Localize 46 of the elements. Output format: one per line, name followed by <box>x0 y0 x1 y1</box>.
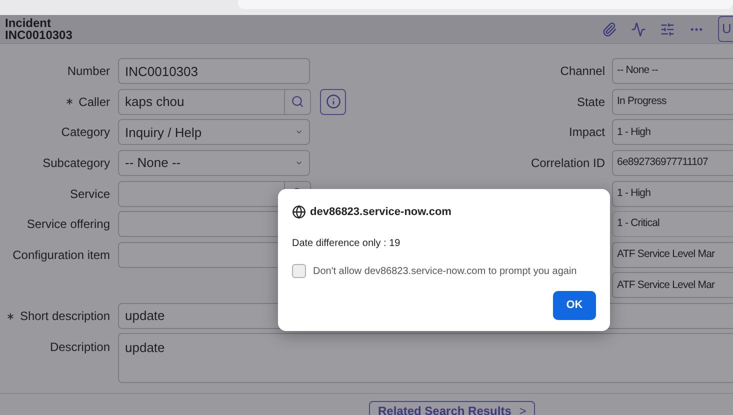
dialog-message: Date difference only : 19 <box>292 236 402 250</box>
related-search-results-button[interactable]: Related Search Results > <box>369 401 536 415</box>
field-label: Subcategory <box>42 155 110 172</box>
chevron-text: > <box>519 403 526 415</box>
input-field[interactable]: kaps chou <box>118 88 285 115</box>
input-field[interactable]: -- None -- <box>612 58 733 84</box>
checkbox-label: Don't allow dev86823.service-now.com to prompt you again <box>313 264 577 278</box>
field-label: Short description <box>20 308 110 326</box>
info-icon <box>326 94 340 110</box>
input-field[interactable]: In Progress <box>612 88 733 115</box>
info-button[interactable] <box>320 88 346 115</box>
search-button[interactable] <box>285 88 311 115</box>
paperclip-icon[interactable] <box>602 22 617 36</box>
input-field[interactable]: 1 - High <box>612 180 733 207</box>
field-label: Description <box>50 339 110 356</box>
field-label: Caller <box>78 94 110 111</box>
dialog-host: dev86823.service-now.com <box>310 205 452 220</box>
globe-icon <box>292 205 306 220</box>
field-label: State <box>576 94 605 111</box>
field-label: Service offering <box>26 216 110 234</box>
activity-icon[interactable] <box>631 22 646 36</box>
input-field[interactable]: INC0010303 <box>118 58 310 84</box>
field-label: Number <box>67 63 110 80</box>
input-field[interactable]: 6e892736977711107 <box>612 150 733 176</box>
input-field[interactable] <box>118 180 285 207</box>
button-label: Related Search Results <box>378 403 512 415</box>
field-label: Impact <box>568 124 605 142</box>
ok-button[interactable]: OK <box>553 290 596 320</box>
field-label: Correlation ID <box>530 155 605 172</box>
settings-icon[interactable] <box>660 22 675 36</box>
input-field: 1 - Critical <box>612 211 733 238</box>
search-icon <box>291 95 304 108</box>
record-type-title: Incident <box>5 17 52 29</box>
input-field[interactable]: 1 - High <box>612 119 733 146</box>
textarea-field[interactable]: update <box>118 333 733 384</box>
input-field[interactable]: ATF Service Level Mar <box>612 272 733 298</box>
checkbox[interactable] <box>292 264 306 278</box>
field-label: Service <box>70 186 110 203</box>
field-label: Configuration item <box>12 246 110 264</box>
select-field[interactable]: -- None -- <box>118 150 310 176</box>
record-number-title: INC0010303 <box>5 29 72 41</box>
input-field[interactable]: ATF Service Level Mar <box>612 242 733 268</box>
field-label: Channel <box>560 63 605 80</box>
field-label: Category <box>61 124 110 142</box>
select-field[interactable]: Inquiry / Help <box>118 119 310 146</box>
update-button[interactable]: U <box>718 16 733 42</box>
